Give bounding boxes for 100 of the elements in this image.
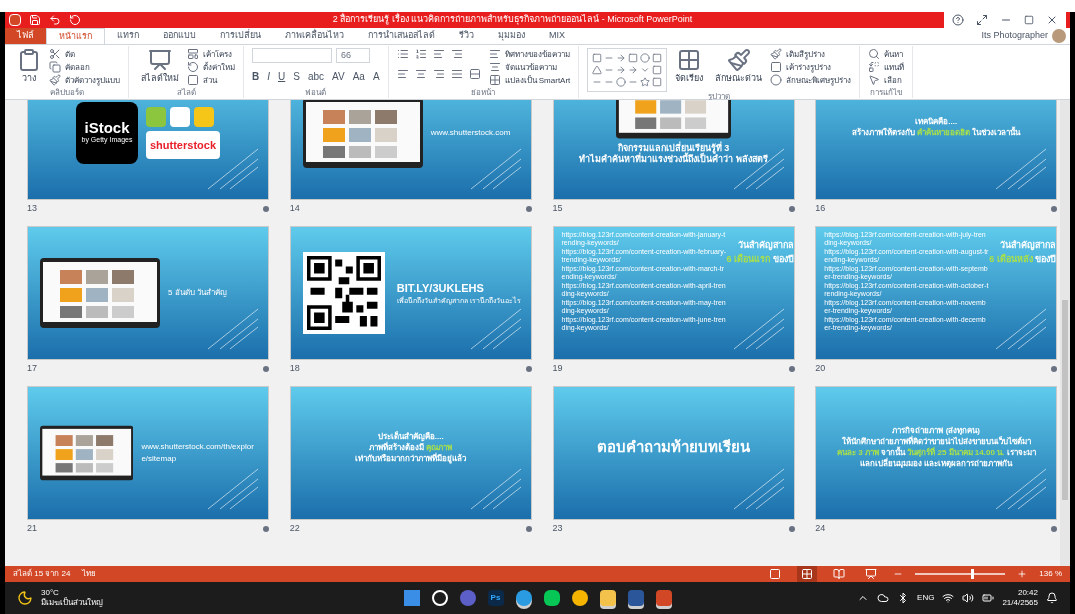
ribbon-small-button[interactable]: ตัวคัดวางรูปแบบ: [49, 74, 120, 86]
slide-number: 20: [815, 362, 826, 376]
font-size-field[interactable]: 66: [336, 48, 370, 63]
ribbon-tab[interactable]: MIX: [537, 28, 577, 44]
slide-number: 13: [27, 202, 37, 216]
video-call-icon[interactable]: [459, 590, 476, 606]
ribbon-tab[interactable]: มุมมอง: [486, 28, 537, 44]
scroll-thumb[interactable]: [1062, 300, 1068, 500]
browser-icon[interactable]: [515, 590, 532, 606]
list-icon[interactable]: [414, 48, 427, 60]
search-icon: [868, 48, 881, 60]
align-icon[interactable]: [468, 68, 481, 80]
logo-tile-icon: [194, 106, 214, 127]
align-icon[interactable]: [414, 68, 427, 80]
slide-heading: BIT.LY/3UKLEHS: [396, 280, 485, 296]
undo-icon: [49, 14, 61, 26]
slide-number: 24: [815, 522, 826, 536]
account-name[interactable]: Its Photographer: [981, 29, 1048, 43]
search-icon[interactable]: [431, 590, 448, 606]
zoom-in-icon: [1017, 569, 1028, 579]
slide-number: 22: [289, 522, 300, 536]
ribbon-tab[interactable]: หน้าแรก: [46, 28, 105, 44]
align-text-icon: [488, 61, 501, 73]
format-button[interactable]: U: [278, 69, 286, 84]
view-icon: [833, 568, 846, 580]
format-button[interactable]: I: [267, 69, 270, 84]
logo-tile-icon: [170, 106, 190, 127]
slide-thumbnail[interactable]: [815, 226, 1058, 360]
zoom-level[interactable]: 136 %: [1039, 568, 1062, 580]
ribbon-small-button[interactable]: ส่วน: [187, 74, 235, 86]
ribbon-small-button[interactable]: ตั้งค่าใหม่: [187, 61, 235, 73]
ribbon-tab[interactable]: แทรก: [105, 28, 151, 44]
ribbon-tab[interactable]: รีวิว: [447, 28, 486, 44]
presentation-icon[interactable]: [655, 590, 672, 606]
ribbon-tab[interactable]: การนำเสนอสไลด์: [356, 28, 447, 44]
start-icon[interactable]: [403, 590, 420, 606]
align-icon[interactable]: [450, 68, 463, 80]
format-button[interactable]: AV: [332, 69, 345, 84]
document-icon[interactable]: [627, 590, 644, 606]
ribbon-small-button[interactable]: เค้าร่างรูปร่าง: [770, 61, 852, 73]
ribbon-small-button[interactable]: ลักษณะพิเศษรูปร่าง: [770, 74, 852, 86]
ribbon-small-button[interactable]: คัดลอก: [49, 61, 120, 73]
ribbon-large-button[interactable]: สไลด์ใหม่: [137, 48, 183, 86]
ribbon-small-button[interactable]: ค้นหา: [868, 48, 905, 60]
effects-icon: [770, 74, 783, 86]
clock-time[interactable]: 20:42: [1017, 588, 1038, 598]
weather-icon: [17, 590, 33, 606]
ribbon-small-button[interactable]: เลือก: [868, 74, 905, 86]
view-button[interactable]: [797, 566, 818, 582]
ribbon-large-button[interactable]: ลักษณะด่วน: [711, 48, 767, 86]
notification-icon: [1046, 592, 1058, 604]
slide-number: 17: [27, 362, 37, 376]
ribbon-small-button[interactable]: เค้าโครง: [187, 48, 235, 60]
slide-thumbnail[interactable]: กิจกรรมแลกเปลี่ยนเรียนรู้ที่ 3 ทำไมคำค้นหาที่มาแรงช่วงนี้ถึงเป็นคำว่า พลังสตรี: [552, 100, 795, 200]
format-button[interactable]: S: [293, 69, 300, 84]
ribbon-tab[interactable]: ภาพเคลื่อนไหว: [273, 28, 356, 44]
align-icon[interactable]: [396, 68, 409, 80]
ribbon-tab[interactable]: การเปลี่ยน: [208, 28, 273, 44]
slide-text-line: ภารกิจถ่ายภาพ (ส่งทุกคน): [892, 425, 981, 436]
ribbon-large-button[interactable]: วาง: [13, 48, 45, 86]
file-tab[interactable]: ไฟล์: [5, 28, 46, 44]
group-label: คลิปบอร์ด: [48, 88, 85, 98]
shape-icon: [628, 53, 639, 63]
shape-icon: [640, 77, 651, 87]
scroll-bar[interactable]: [1060, 100, 1070, 566]
input-language[interactable]: ENG: [917, 592, 935, 604]
group-label: สไลด์: [175, 88, 197, 98]
slide-text-line: แลกเปลี่ยนมุมมอง และเหตุผลการถ่ายภาพกัน: [860, 458, 1013, 469]
align-icon[interactable]: [432, 68, 445, 80]
group-label: ฟอนต์: [304, 88, 328, 98]
ribbon-small-button[interactable]: ทิศทางของข้อความ: [488, 48, 571, 60]
format-button[interactable]: A: [372, 69, 380, 84]
ribbon-small-button[interactable]: จัดแนวข้อความ: [488, 61, 571, 73]
slide-text-line: วันสำคัญสากล: [737, 239, 794, 253]
list-icon[interactable]: [396, 48, 409, 60]
format-button[interactable]: Aa: [352, 69, 365, 84]
slide-text-line: สร้างภาพให้ตรงกับ คำค้นหายอดฮิต ในช่วงเวลานั้น: [852, 127, 1021, 138]
font-name-field[interactable]: [252, 48, 332, 63]
chat-icon[interactable]: [543, 590, 560, 606]
fill-icon: [770, 48, 783, 60]
format-button[interactable]: abc: [307, 69, 325, 84]
wifi-icon: [942, 592, 955, 604]
ribbon-small-button[interactable]: ตัด: [49, 48, 120, 60]
ribbon-large-button[interactable]: จัดเรียง: [671, 48, 708, 86]
ribbon-tab[interactable]: ออกแบบ: [151, 28, 208, 44]
format-button[interactable]: B: [252, 69, 260, 84]
ribbon-small-button[interactable]: เติมสีรูปร่าง: [770, 48, 852, 60]
clock-date[interactable]: 21/4/2565: [1002, 598, 1038, 608]
arrange-icon: [677, 48, 702, 72]
ribbon-small-button[interactable]: แทนที่: [868, 61, 905, 73]
list-icon[interactable]: [432, 48, 445, 60]
ribbon-small-button[interactable]: แปลงเป็น SmartArt: [488, 74, 571, 86]
browser-icon[interactable]: [571, 590, 588, 606]
slide-thumbnail[interactable]: [552, 226, 795, 360]
language-indicator[interactable]: ไทย: [82, 568, 97, 580]
app-tile-icon[interactable]: Ps: [487, 590, 504, 606]
folder-icon[interactable]: [599, 590, 616, 606]
slide-text-line: www.shutterstock.com: [430, 127, 511, 139]
zoom-thumb[interactable]: [971, 569, 975, 579]
list-icon[interactable]: [450, 48, 463, 60]
